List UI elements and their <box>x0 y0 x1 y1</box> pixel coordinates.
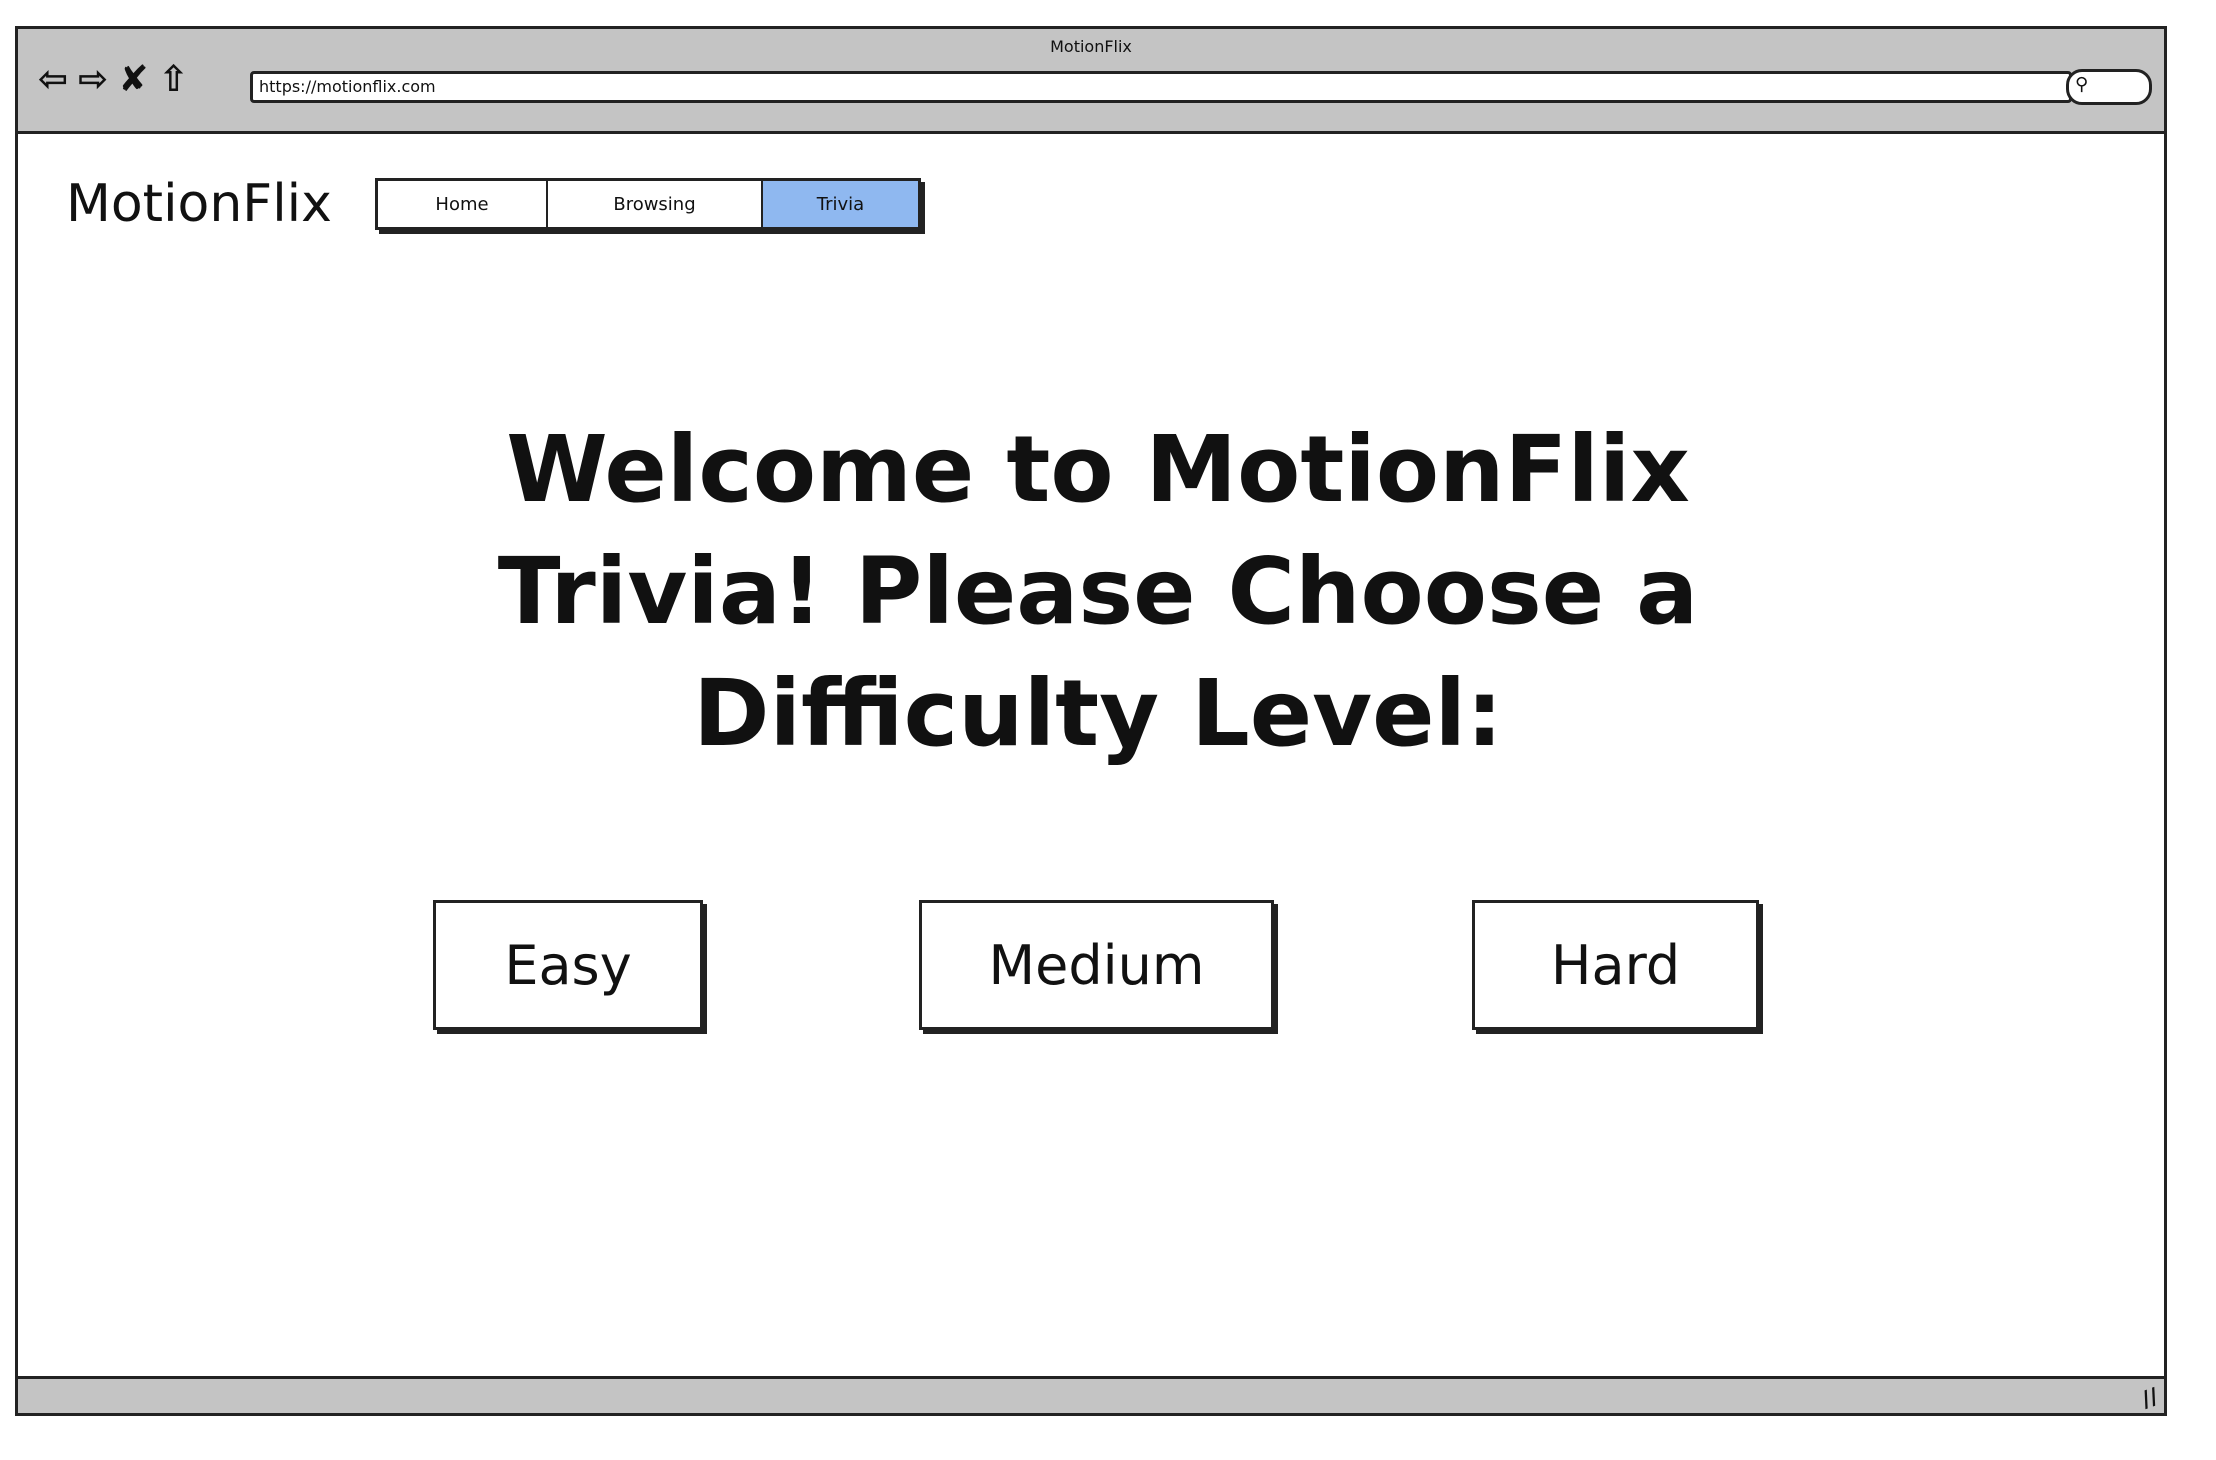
hard-button[interactable]: Hard <box>1472 900 1759 1030</box>
search-field[interactable]: ⚲ <box>2066 69 2152 105</box>
resize-grip-icon[interactable]: // <box>2138 1384 2162 1413</box>
browser-window: MotionFlix ⇦ ⇨ ✘ ⇧ https://motionflix.co… <box>15 26 2167 1416</box>
page-title: Welcome to MotionFlix Trivia! Please Cho… <box>497 416 1699 767</box>
medium-button[interactable]: Medium <box>919 900 1274 1030</box>
browser-toolbar: MotionFlix ⇦ ⇨ ✘ ⇧ https://motionflix.co… <box>18 29 2164 134</box>
close-icon[interactable]: ✘ <box>118 59 148 100</box>
search-icon: ⚲ <box>2075 74 2089 95</box>
window-title: MotionFlix <box>1050 37 1132 56</box>
tab-browsing[interactable]: Browsing <box>548 181 763 227</box>
status-bar: // <box>18 1376 2164 1413</box>
site-logo: MotionFlix <box>66 174 332 234</box>
address-bar[interactable]: https://motionflix.com <box>250 71 2072 103</box>
back-arrow-icon[interactable]: ⇦ <box>38 59 68 100</box>
tab-home[interactable]: Home <box>378 181 548 227</box>
home-icon[interactable]: ⇧ <box>159 59 189 100</box>
nav-tabs: Home Browsing Trivia <box>375 178 921 230</box>
easy-button[interactable]: Easy <box>433 900 703 1030</box>
forward-arrow-icon[interactable]: ⇨ <box>78 59 108 100</box>
tab-trivia[interactable]: Trivia <box>763 181 918 227</box>
